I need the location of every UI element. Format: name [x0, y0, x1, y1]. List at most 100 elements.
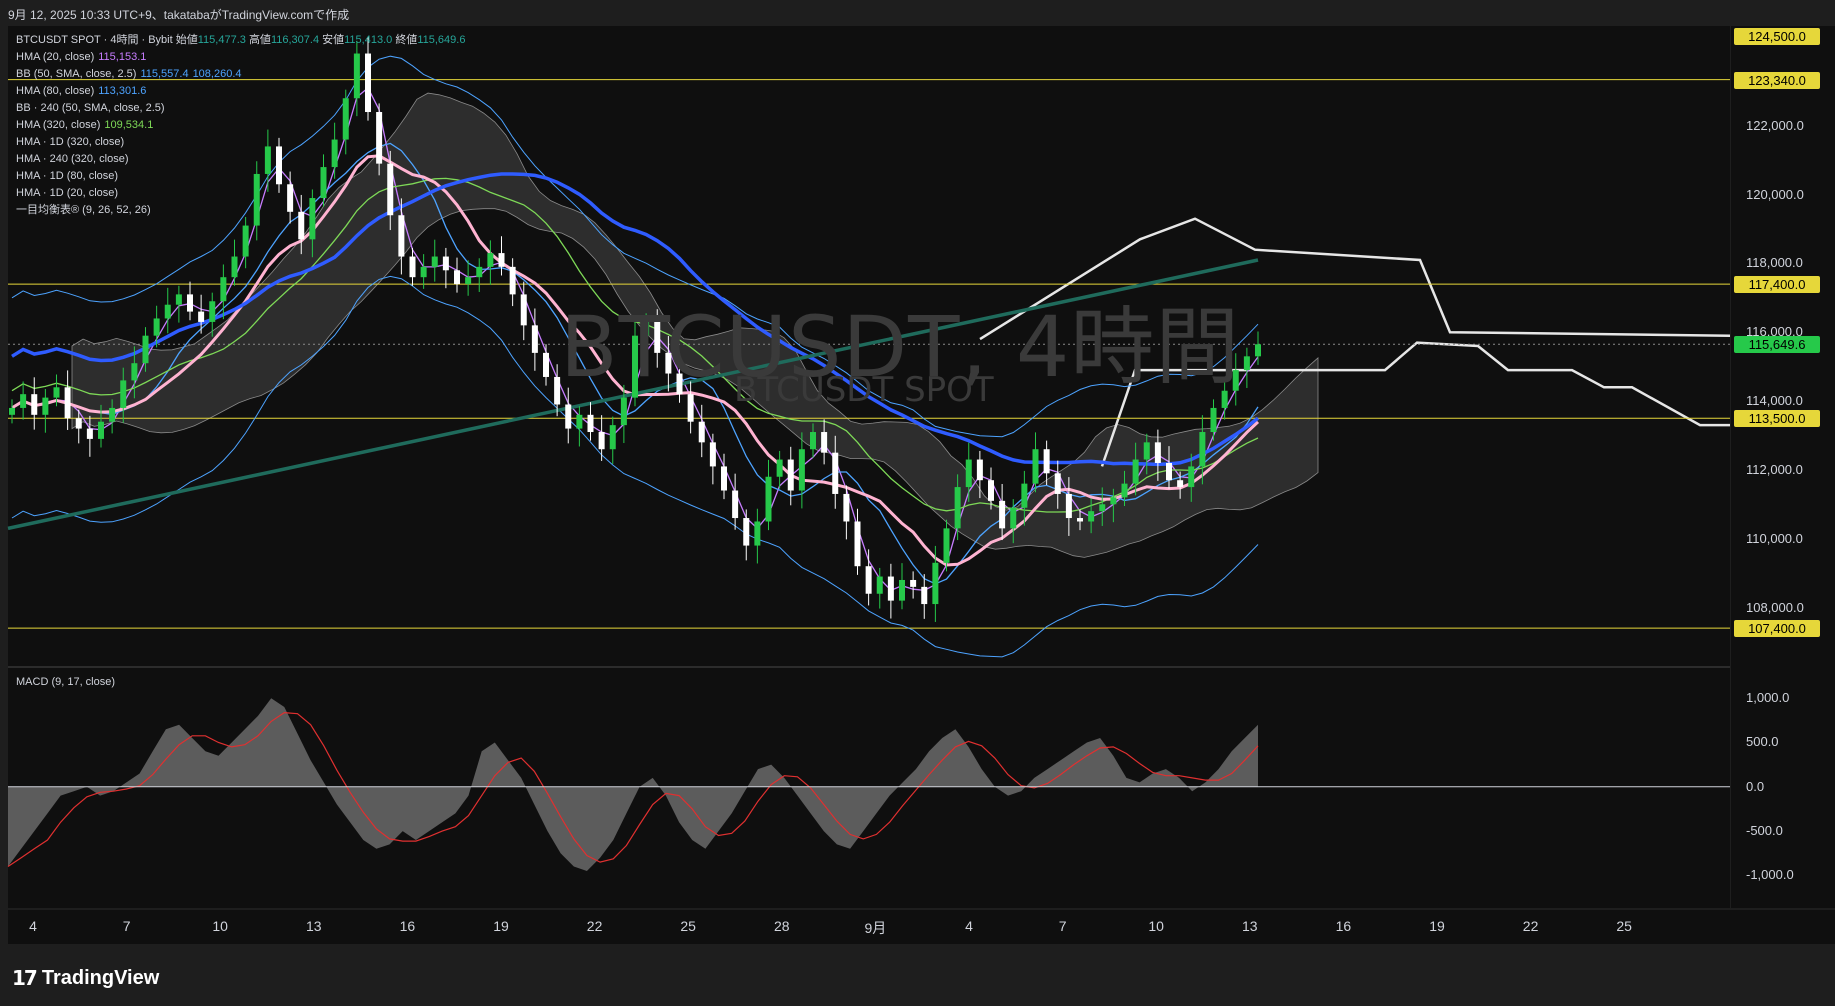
indicator-value: 109,534.1 — [104, 119, 154, 131]
indicator-row[interactable]: HMA (80, close) 113,301.6 — [16, 83, 465, 100]
date-tick-label: 7 — [1058, 918, 1067, 934]
symbol-ohlc-row[interactable]: BTCUSDT SPOT · 4時間 · Bybit 始値115,477.3 高… — [16, 32, 465, 49]
indicator-label: HMA (320, close) — [16, 119, 101, 131]
date-tick-label: 28 — [774, 918, 790, 934]
date-tick-label: 7 — [122, 918, 131, 934]
time-axis-bg — [8, 910, 1835, 944]
candle-body — [787, 459, 794, 491]
level-price-tag: 107,400.0 — [1734, 620, 1820, 638]
macd-tick-label: 0.0 — [1746, 778, 1765, 794]
date-tick-label: 19 — [1429, 918, 1445, 934]
candle-body — [420, 266, 427, 278]
low-label: 安値 — [322, 34, 345, 46]
macd-title: MACD (9, 17, close) — [16, 676, 116, 688]
tradingview-logo[interactable]: 17 TradingView — [12, 966, 159, 990]
indicator-label: BB · 240 (50, SMA, close, 2.5) — [16, 102, 165, 114]
indicator-label: 一目均衡表® (9, 26, 52, 26) — [16, 204, 151, 216]
footer: 17 TradingView — [0, 944, 1835, 1006]
candle-body — [721, 466, 727, 491]
level-price-tag: 123,340.0 — [1734, 71, 1820, 89]
date-tick-label: 16 — [399, 918, 416, 934]
candle-body — [887, 576, 894, 601]
date-tick-label: 13 — [306, 918, 322, 934]
candle-body — [698, 421, 705, 443]
candle-body — [1021, 483, 1028, 508]
candle-body — [187, 294, 193, 312]
candle-body — [1210, 407, 1217, 433]
date-tick-label: 9月 — [864, 920, 887, 936]
macd-tick-label: -1,000.0 — [1746, 867, 1794, 883]
indicator-value-2: 108,260.4 — [192, 68, 242, 80]
indicator-row[interactable]: BB · 240 (50, SMA, close, 2.5) — [16, 100, 465, 117]
indicator-value: 115,153.1 — [98, 51, 147, 63]
price-tick-label: 108,000.0 — [1746, 599, 1804, 615]
candle-body — [988, 480, 994, 501]
date-tick-label: 25 — [1616, 918, 1632, 934]
candle-body — [1188, 466, 1195, 488]
candle-body — [198, 311, 205, 322]
candle-body — [398, 215, 405, 257]
candle-body — [20, 394, 27, 408]
candle-body — [120, 380, 127, 408]
candle-body — [954, 487, 961, 529]
candle-body — [531, 325, 538, 353]
candle-body — [976, 459, 983, 481]
candle-body — [943, 528, 950, 563]
candle-body — [865, 566, 872, 594]
candle-body — [876, 576, 883, 594]
macd-tick-label: 500.0 — [1746, 734, 1779, 750]
candle-body — [442, 256, 449, 271]
candle-body — [999, 500, 1006, 529]
level-price-tag: 113,500.0 — [1734, 410, 1820, 428]
candle-body — [509, 266, 516, 295]
level-price-tag: 117,400.0 — [1734, 276, 1820, 294]
candle-body — [1166, 462, 1172, 481]
candle-body — [1243, 356, 1250, 371]
candle-body — [220, 277, 227, 302]
open-value: 115,477.3 — [197, 34, 246, 46]
candle-body — [1077, 518, 1083, 522]
legend: BTCUSDT SPOT · 4時間 · Bybit 始値115,477.3 高… — [16, 32, 465, 219]
candle-body — [854, 521, 861, 567]
candle-body — [175, 294, 182, 305]
candle-body — [565, 404, 572, 429]
indicator-row[interactable]: HMA (20, close) 115,153.1 — [16, 49, 465, 66]
indicator-row[interactable]: HMA · 1D (20, close) — [16, 185, 465, 202]
candle-body — [620, 397, 627, 426]
indicator-row[interactable]: HMA · 1D (320, close) — [16, 134, 465, 151]
level-price-tag: 124,500.0 — [1734, 28, 1820, 45]
indicator-row[interactable]: 一目均衡表® (9, 26, 52, 26) — [16, 202, 465, 219]
date-tick-label: 22 — [1522, 918, 1539, 934]
candle-body — [1255, 344, 1261, 357]
candle-body — [910, 579, 917, 587]
candle-body — [164, 304, 171, 319]
candle-body — [1121, 483, 1128, 498]
top-bar: 9月 12, 2025 10:33 UTC+9、takatabaがTrading… — [0, 0, 1835, 26]
price-tick-label: 120,000.0 — [1746, 186, 1804, 202]
candle-body — [64, 387, 71, 419]
candle-body — [1143, 442, 1150, 460]
candle-body — [98, 421, 104, 439]
indicator-label: HMA · 1D (320, close) — [16, 136, 125, 148]
candle-body — [109, 407, 116, 422]
candle-body — [53, 387, 60, 398]
candle-body — [543, 352, 549, 377]
indicator-row[interactable]: HMA · 240 (320, close) — [16, 151, 465, 168]
indicator-row[interactable]: HMA · 1D (80, close) — [16, 168, 465, 185]
candle-body — [965, 459, 972, 488]
candle-body — [454, 270, 460, 285]
candle-body — [754, 521, 761, 546]
current-price-tag: 115,649.6 — [1734, 336, 1820, 354]
indicator-row[interactable]: HMA (320, close) 109,534.1 — [16, 117, 465, 134]
candle-body — [843, 493, 850, 522]
indicator-row[interactable]: BB (50, SMA, close, 2.5) 115,557.4 108,260… — [16, 66, 465, 83]
candle-body — [798, 449, 805, 491]
date-tick-label: 19 — [493, 918, 509, 934]
candle-body — [498, 253, 505, 267]
indicator-label: HMA (80, close) — [16, 85, 95, 97]
candle-body — [1110, 497, 1117, 505]
low-value: 115,413.0 — [344, 34, 393, 46]
candle-body — [242, 225, 249, 257]
indicator-label: HMA · 240 (320, close) — [16, 153, 129, 165]
candle-body — [899, 579, 905, 601]
